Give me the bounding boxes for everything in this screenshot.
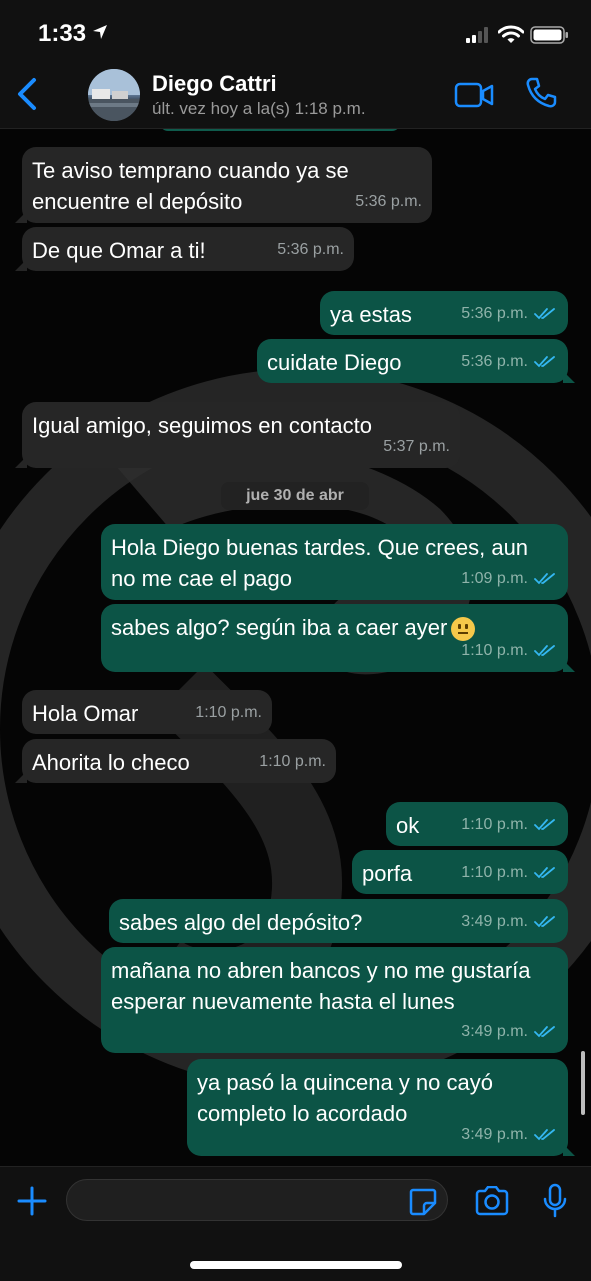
double-check-icon: [534, 1128, 555, 1141]
plus-icon[interactable]: [16, 1185, 48, 1222]
double-check-icon: [534, 644, 555, 657]
message-text: De que Omar a ti!: [32, 238, 206, 263]
bubble-tail: [15, 456, 27, 468]
message-incoming[interactable]: Te aviso temprano cuando ya se encuentre…: [15, 147, 432, 223]
message-time: 3:49 p.m.: [461, 1023, 528, 1040]
message-text: Igual amigo, seguimos en contacto: [32, 413, 372, 438]
message-meta: 1:10 p.m.: [461, 635, 556, 666]
double-check-icon: [534, 866, 555, 879]
message-time: 1:10 p.m.: [259, 753, 326, 770]
bubble-tail: [15, 211, 27, 223]
message-incoming[interactable]: Igual amigo, seguimos en contacto 5:37 p…: [15, 402, 460, 468]
date-divider: jue 30 de abr: [221, 482, 369, 510]
message-time: 5:36 p.m.: [461, 353, 528, 370]
message-outgoing[interactable]: ok 1:10 p.m.: [386, 802, 568, 846]
double-check-icon: [534, 572, 555, 585]
message-meta: 3:49 p.m.: [461, 906, 556, 937]
message-outgoing[interactable]: sabes algo? según iba a caer ayer 1:10 p…: [101, 604, 575, 672]
chevron-left-icon[interactable]: [14, 76, 40, 117]
status-time: 1:33: [38, 20, 87, 47]
message-time: 3:49 p.m.: [461, 1126, 528, 1143]
message-time: 1:09 p.m.: [461, 570, 528, 587]
message-text: ok: [396, 813, 420, 838]
home-indicator: [190, 1261, 402, 1269]
message-input-bar: [0, 1166, 591, 1281]
message-text: Te aviso temprano cuando ya se encuentre…: [32, 158, 349, 214]
status-bar: 1:33: [0, 0, 591, 62]
avatar[interactable]: [88, 69, 140, 121]
message-time: 5:36 p.m.: [461, 305, 528, 322]
message-meta: 1:10 p.m.: [461, 857, 556, 888]
contact-name[interactable]: Diego Cattri: [152, 71, 277, 97]
chat-header: Diego Cattri últ. vez hoy a la(s) 1:18 p…: [0, 62, 591, 129]
message-text: sabes algo del depósito?: [119, 910, 363, 935]
video-camera-icon[interactable]: [454, 80, 494, 115]
previous-message-edge: [160, 129, 400, 131]
message-outgoing[interactable]: mañana no abren bancos y no me gustaría …: [101, 947, 568, 1053]
message-time: 1:10 p.m.: [195, 704, 262, 721]
message-time: 1:10 p.m.: [461, 864, 528, 881]
message-time: 1:10 p.m.: [461, 642, 528, 659]
bubble-tail: [15, 771, 27, 783]
message-meta: 1:09 p.m.: [461, 563, 556, 594]
message-incoming[interactable]: Ahorita lo checo 1:10 p.m.: [15, 739, 336, 783]
message-meta: 1:10 p.m.: [461, 809, 556, 840]
message-incoming[interactable]: De que Omar a ti! 5:36 p.m.: [15, 227, 354, 271]
message-text: sabes algo? según iba a caer ayer: [111, 615, 448, 640]
phone-icon[interactable]: [524, 76, 558, 115]
double-check-icon: [534, 818, 555, 831]
bubble-tail: [563, 1144, 575, 1156]
message-time: 1:10 p.m.: [461, 816, 528, 833]
message-outgoing[interactable]: ya estas 5:36 p.m.: [320, 291, 568, 335]
message-outgoing[interactable]: cuidate Diego 5:36 p.m.: [257, 339, 575, 383]
battery-icon: [530, 26, 570, 49]
message-text: ya pasó la quincena y no cayó completo l…: [197, 1070, 493, 1126]
message-outgoing[interactable]: Hola Diego buenas tardes. Que crees, aun…: [101, 524, 568, 600]
message-time: 3:49 p.m.: [461, 913, 528, 930]
message-time: 5:36 p.m.: [355, 193, 422, 210]
wifi-icon: [497, 25, 525, 50]
bubble-tail: [563, 660, 575, 672]
message-text: cuidate Diego: [267, 350, 402, 375]
message-text: Hola Omar: [32, 701, 139, 726]
message-meta: 5:36 p.m.: [461, 298, 556, 329]
location-arrow-icon: [92, 24, 108, 45]
double-check-icon: [534, 307, 555, 320]
last-seen-status: últ. vez hoy a la(s) 1:18 p.m.: [152, 99, 366, 118]
cellular-signal-icon: [466, 27, 492, 48]
message-time: 5:37 p.m.: [383, 438, 450, 455]
message-meta: 3:49 p.m.: [461, 1016, 556, 1047]
message-text: mañana no abren bancos y no me gustaría …: [111, 958, 531, 1014]
message-meta: 3:49 p.m.: [461, 1119, 556, 1150]
message-input[interactable]: [66, 1179, 448, 1221]
message-meta: 5:36 p.m.: [461, 346, 556, 377]
message-time: 5:36 p.m.: [277, 241, 344, 258]
message-incoming[interactable]: Hola Omar 1:10 p.m.: [22, 690, 272, 734]
double-check-icon: [534, 355, 555, 368]
message-text: Ahorita lo checo: [32, 750, 190, 775]
message-outgoing[interactable]: porfa 1:10 p.m.: [352, 850, 568, 894]
double-check-icon: [534, 915, 555, 928]
message-outgoing[interactable]: sabes algo del depósito? 3:49 p.m.: [109, 899, 568, 943]
camera-icon[interactable]: [474, 1185, 510, 1221]
message-text: porfa: [362, 861, 413, 886]
chat-area[interactable]: Te aviso temprano cuando ya se encuentre…: [0, 129, 591, 1166]
bubble-tail: [563, 371, 575, 383]
double-check-icon: [534, 1025, 555, 1038]
bubble-tail: [15, 259, 27, 271]
sticker-icon[interactable]: [408, 1187, 438, 1222]
scroll-indicator[interactable]: [581, 1051, 585, 1115]
message-text: ya estas: [330, 302, 412, 327]
message-outgoing[interactable]: ya pasó la quincena y no cayó completo l…: [187, 1059, 575, 1156]
microphone-icon[interactable]: [542, 1183, 568, 1224]
